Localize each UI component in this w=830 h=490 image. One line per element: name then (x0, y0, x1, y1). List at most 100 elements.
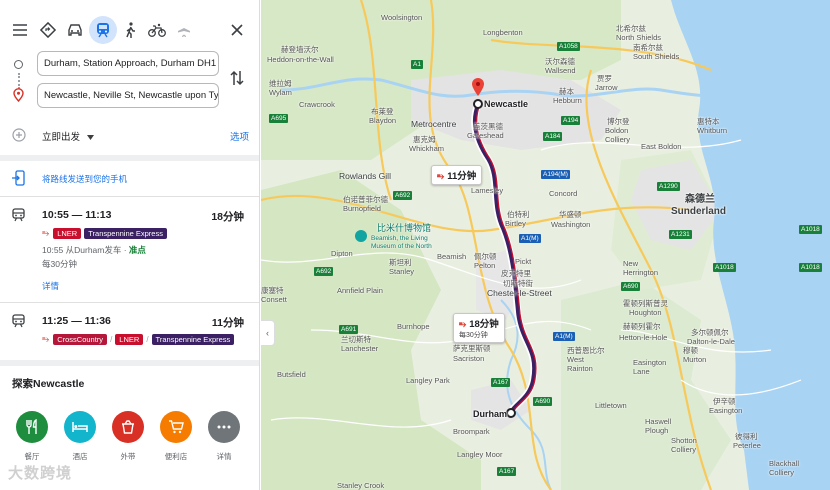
route-bubble-alt[interactable]: ⥱ 11分钟 (431, 165, 483, 185)
close-icon[interactable] (225, 18, 249, 42)
bicycle-icon[interactable] (145, 18, 169, 42)
depart-options-row: 立即出发 选项 (0, 120, 259, 150)
map-label: Woolsington (381, 13, 423, 22)
road-shield: A690 (533, 397, 553, 406)
category-takeout[interactable]: 外带 (108, 411, 148, 462)
category-convenience-store[interactable]: 便利店 (156, 411, 196, 462)
map-label: Langley Park (406, 376, 450, 385)
collapse-panel-button[interactable]: ‹ (261, 320, 275, 346)
divider (0, 196, 259, 197)
map-label: Hetton-le-Hole (619, 333, 668, 342)
takeout-icon (112, 411, 144, 443)
options-link[interactable]: 选项 (230, 129, 249, 143)
hotel-icon (64, 411, 96, 443)
departure-detail: 10:55 从Durham发车 · (42, 245, 129, 255)
category-label: 餐厅 (24, 452, 40, 461)
route-option-1[interactable]: 10:55 — 11:13 18分钟 ⥱ LNER Transpennine E… (0, 200, 259, 300)
route-duration: 11分钟 (211, 317, 244, 329)
map-label: Heddon-on-the-Wall (267, 55, 334, 64)
category-more[interactable]: 详情 (204, 411, 244, 462)
map-label: 华盛顿 (559, 210, 582, 219)
destination-pin-icon (13, 88, 24, 107)
operator-chips: ⥱ LNER Transpennine Express (42, 228, 167, 239)
map-label: Lamesley (471, 186, 504, 195)
map-label: Blaydon (369, 116, 397, 125)
rail-icon: ⥱ (437, 171, 445, 181)
route-bubble-selected[interactable]: ⥱ 18分钟 每30分钟 (453, 313, 505, 343)
category-label: 便利店 (164, 452, 188, 461)
rail-icon: ⥱ (459, 319, 467, 329)
map-label: Jarrow (595, 83, 618, 92)
add-stop-icon[interactable] (12, 128, 26, 147)
map-label: Easington (709, 406, 743, 415)
map-label: Metrocentre (411, 119, 457, 129)
road-shield: A692 (314, 267, 334, 276)
category-restaurants[interactable]: 餐厅 (12, 411, 52, 462)
destination-input[interactable]: Newcastle, Neville St, Newcastle upon Ty (37, 83, 219, 108)
road-shield: A167 (491, 378, 511, 387)
map-label: Longbenton (483, 28, 523, 37)
newcastle-station-marker[interactable] (473, 99, 483, 109)
durham-station-marker[interactable] (506, 408, 516, 418)
newcastle-station-label[interactable]: Newcastle (484, 99, 528, 109)
map-label: Sacriston (453, 354, 485, 363)
origin-input[interactable]: Durham, Station Approach, Durham DH1 (37, 51, 219, 76)
details-link[interactable]: 详情 (42, 280, 59, 292)
route-bubble-duration: 18分钟 (469, 319, 499, 330)
map-label: Littletown (595, 401, 627, 410)
map-label: Chester-le-Street (487, 288, 552, 298)
map-label: Rowlands Gill (339, 171, 391, 181)
map-label: Easington Lane (633, 358, 667, 376)
map-poi-label: Beamish, the Living Museum of the North (371, 235, 432, 250)
restaurant-icon (16, 411, 48, 443)
train-icon (12, 314, 25, 333)
shopping-cart-icon (160, 411, 192, 443)
send-to-phone-icon (12, 170, 26, 191)
road-shield: A1018 (799, 263, 822, 272)
road-shield: A184 (543, 132, 563, 141)
map-label: Whitburn (697, 126, 728, 135)
road-shield: A1(M) (519, 234, 541, 243)
road-shield: A1018 (713, 263, 736, 272)
route-option-2[interactable]: 11:25 — 11:36 11分钟 ⥱ CrossCountry / LNER… (0, 306, 259, 356)
route-time: 11:25 — 11:36 (42, 315, 111, 327)
map-label: Pelton (474, 261, 496, 270)
flight-icon[interactable] (172, 18, 196, 42)
section-separator (0, 155, 259, 161)
map-label: Colliery (605, 135, 631, 144)
category-label: 酒店 (72, 452, 88, 461)
origin-circle-icon (14, 60, 23, 69)
map-label: North Shields (616, 33, 662, 42)
map-label: Burnhope (397, 322, 430, 331)
transit-icon[interactable] (89, 16, 117, 44)
swap-icon[interactable] (229, 68, 245, 88)
map-label: Pickt (515, 257, 532, 266)
road-shield: A1(M) (553, 332, 575, 341)
durham-station-label[interactable]: Durham (473, 409, 507, 419)
road-shield: A1 (411, 60, 423, 69)
map-label: Shotton Colliery (671, 436, 697, 454)
road-shield: A691 (339, 325, 359, 334)
send-to-phone-row[interactable]: 将路线发送到您的手机 (0, 168, 259, 191)
map-label: 萨克里斯顿 (453, 344, 491, 353)
chevron-left-icon: ‹ (266, 328, 269, 338)
map-label: Burnopfield (343, 204, 381, 213)
car-icon[interactable] (63, 18, 87, 42)
operator-chip-transpennine: Transpennine Express (84, 228, 167, 239)
caret-down-icon (86, 135, 94, 140)
map-canvas[interactable]: Woolsington Longbenton 北希尔兹 North Shield… (261, 0, 830, 490)
map-label: Crawcrook (299, 100, 335, 109)
map-label: Concord (549, 189, 578, 198)
category-hotels[interactable]: 酒店 (60, 411, 100, 462)
map-label: Haswell Plough (645, 417, 672, 435)
map-label: Stanley Crook (337, 481, 385, 490)
more-icon (208, 411, 240, 443)
menu-icon[interactable] (8, 18, 32, 42)
map-label: Murton (683, 355, 707, 364)
map-label: Whickham (409, 144, 445, 153)
directions-icon[interactable] (36, 18, 60, 42)
road-shield: A1018 (799, 225, 822, 234)
depart-time-select[interactable]: 立即出发 (42, 129, 94, 143)
route-bubble-duration: 11分钟 (447, 171, 477, 182)
walk-icon[interactable] (118, 18, 142, 42)
